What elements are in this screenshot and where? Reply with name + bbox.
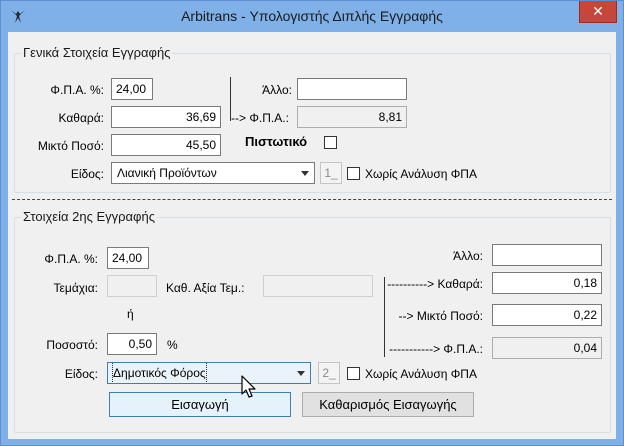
pieces-label: Τεμάχια: [53,281,98,295]
vat-amount-label-2: -----------> Φ.Π.Α.: [389,342,483,356]
unit-value-input[interactable] [263,275,373,297]
type-select-2[interactable]: Δημοτικός Φόρος [107,362,311,384]
chevron-down-icon [297,371,305,376]
close-icon: ✕ [592,3,604,19]
no-vat-label-2: Χωρίς Ανάλυση ΦΠΑ [365,367,477,381]
second-entry-legend: Στοιχεία 2ης Εγγραφής [21,209,157,224]
vat-rate-label-1: Φ.Π.Α. %: [50,83,104,97]
gross-input-1[interactable]: 45,50 [111,134,221,156]
app-window: Arbitrans - Υπολογιστής Διπλής Εγγραφής … [0,0,624,446]
type-label-2: Είδος: [64,367,98,381]
mouse-cursor-icon [241,375,256,398]
type-label-1: Είδος: [70,167,104,181]
type-select-1[interactable]: Λιανική Προϊόντων [111,162,315,184]
other-input-1[interactable] [297,78,407,100]
client-area: Γενικά Στοιχεία Εγγραφής Φ.Π.Α. %: 24,00… [8,32,616,439]
net-input-2[interactable]: 0,18 [492,272,602,294]
vat-amount-label-1: --> Φ.Π.Α.: [231,111,289,125]
credit-checkbox[interactable] [324,136,337,149]
other-label-2: Άλλο: [453,249,483,263]
vat-amount-output-1: 8,81 [297,106,407,128]
type-select-value-1: Λιανική Προϊόντων [117,166,217,180]
net-label-2: ----------> Καθαρά: [387,277,483,291]
net-input-1[interactable]: 36,69 [111,106,221,128]
title-bar: Arbitrans - Υπολογιστής Διπλής Εγγραφής … [1,1,623,31]
percent-sign: % [167,338,178,352]
type-shortcut-button-1[interactable]: 1_ [320,162,342,184]
credit-label: Πιστωτικό [245,134,308,149]
section-divider [12,199,612,200]
vat-rate-label-2: Φ.Π.Α. %: [44,252,98,266]
insert-button[interactable]: Εισαγωγή [109,392,291,417]
other-label-1: Άλλο: [262,83,292,97]
gross-label-1: Μικτό Ποσό: [37,139,104,153]
vat-rate-input-2[interactable]: 24,00 [107,247,149,269]
no-vat-label-1: Χωρίς Ανάλυση ΦΠΑ [365,167,477,181]
other-input-2[interactable] [492,244,602,266]
percent-label: Ποσοστό: [46,338,98,352]
window-title: Arbitrans - Υπολογιστής Διπλής Εγγραφής [181,8,443,24]
close-button[interactable]: ✕ [579,1,617,23]
clear-insert-button[interactable]: Καθαρισμός Εισαγωγής [302,392,474,417]
type-shortcut-button-2[interactable]: 2_ [318,362,340,384]
no-vat-checkbox-1[interactable] [347,167,360,180]
gross-input-2[interactable]: 0,22 [492,304,602,326]
vat-amount-output-2: 0,04 [492,337,602,359]
pieces-input[interactable] [107,275,157,297]
vat-rate-input-1[interactable]: 24,00 [111,78,153,100]
unit-value-label: Καθ. Αξία Τεμ.: [166,281,245,295]
chevron-down-icon [301,171,309,176]
no-vat-checkbox-2[interactable] [347,367,360,380]
percent-input[interactable]: 0,50 [107,333,157,355]
gross-label-2: --> Μικτό Ποσό: [398,309,484,323]
or-label: ή [127,307,134,321]
general-entry-legend: Γενικά Στοιχεία Εγγραφής [21,45,173,60]
type-select-value-2: Δημοτικός Φόρος [112,363,207,383]
net-label-1: Καθαρά: [58,111,104,125]
